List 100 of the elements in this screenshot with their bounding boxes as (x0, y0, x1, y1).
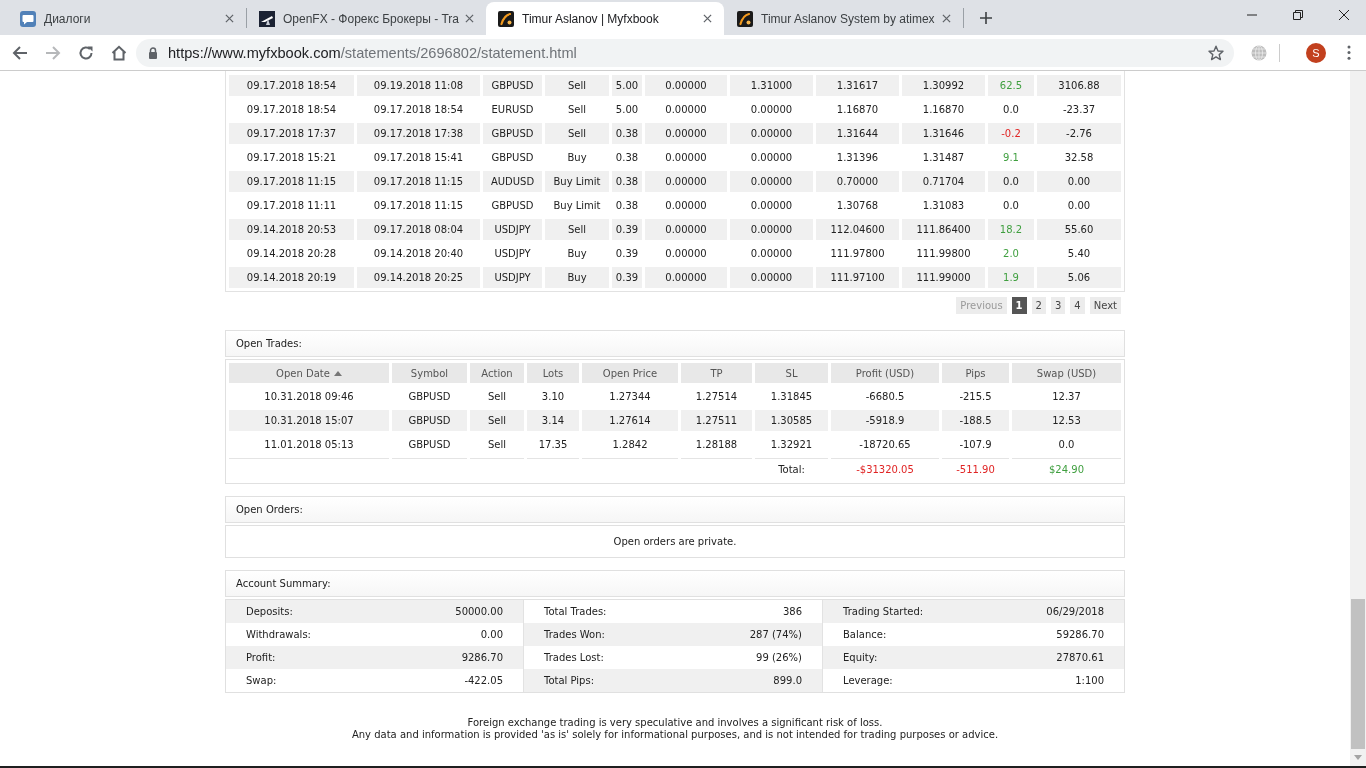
bookmark-star-icon[interactable] (1208, 44, 1224, 61)
summary-value: 99 (26%) (756, 652, 802, 663)
column-header[interactable]: Swap (USD) (1012, 363, 1121, 383)
table-cell: 09.14.2018 20:53 (229, 219, 354, 240)
table-cell: -2.76 (1037, 123, 1121, 144)
table-cell-text: 09.17.2018 11:15 (372, 199, 465, 213)
table-cell-text: -107.9 (958, 438, 993, 452)
total-value: $24.90 (1012, 458, 1121, 480)
table-cell: 1.30992 (902, 75, 985, 96)
column-header[interactable]: Action (470, 363, 524, 383)
table-cell: 09.17.2018 18:54 (229, 75, 354, 96)
column-header[interactable]: Open Date (229, 363, 389, 383)
total-value: -511.90 (942, 458, 1009, 480)
menu-icon[interactable] (1347, 45, 1351, 60)
site-logo-icon (259, 10, 275, 27)
column-header[interactable]: Open Price (582, 363, 678, 383)
summary-label: Profit: (246, 652, 276, 663)
table-cell: 1.31617 (816, 75, 899, 96)
column-header[interactable]: SL (755, 363, 828, 383)
summary-value: 0.00 (480, 629, 503, 640)
page-button[interactable]: 3 (1050, 297, 1066, 314)
page-button[interactable]: 4 (1070, 297, 1085, 314)
scrollbar-thumb[interactable] (1351, 599, 1365, 749)
table-cell: Sell (545, 75, 609, 96)
table-cell: 111.97100 (816, 267, 899, 288)
summary-label: Swap: (246, 675, 277, 686)
table-cell: 5.00 (612, 75, 642, 96)
total-value: -$31320.05 (831, 458, 939, 480)
table-cell: 1.31644 (816, 123, 899, 144)
summary-label: Trades Lost: (544, 652, 604, 663)
table-cell: 0.00000 (730, 171, 813, 192)
table-cell: 1.30585 (755, 410, 828, 431)
table-cell: 10.31.2018 15:07 (229, 410, 389, 431)
next-button[interactable]: Next (1089, 297, 1121, 314)
table-cell-text: 0.00000 (664, 103, 708, 117)
summary-value: 27870.61 (1056, 652, 1104, 663)
reload-icon[interactable] (78, 44, 94, 61)
table-cell-text: 0.00000 (749, 199, 794, 213)
browser-tab[interactable]: Timur Aslanov | Myfxbook (486, 2, 724, 35)
table-cell: 0.39 (612, 219, 642, 240)
table-cell-text: 0.00000 (664, 199, 708, 213)
table-cell: 0.00000 (645, 171, 727, 192)
table-cell: 111.86400 (902, 219, 985, 240)
url-text[interactable]: https://www.myfxbook.com/statements/2696802/statement.html (168, 44, 1208, 61)
column-header[interactable]: TP (681, 363, 752, 383)
table-cell-text: Buy Limit (552, 199, 602, 213)
address-bar[interactable]: https://www.myfxbook.com/statements/2696802/statement.html (136, 38, 1234, 67)
table-cell-text: GBPUSD (407, 390, 452, 404)
disclaimer-text: Any data and information is provided 'as is' solely for informational purposes, and is not intended for trading purposes or advice. (351, 729, 999, 740)
table-cell-text: 111.97800 (829, 247, 886, 261)
table-cell-text: Buy (566, 247, 588, 261)
table-cell: 0.70000 (816, 171, 899, 192)
table-cell-text: 0.00000 (664, 151, 708, 165)
table-cell-text: 1.28188 (694, 438, 739, 452)
summary-label: Total Pips: (544, 675, 595, 686)
scrollbar-track[interactable] (1350, 71, 1366, 766)
table-cell: GBPUSD (483, 75, 542, 96)
summary-label: Trades Won: (544, 629, 605, 640)
table-cell: 1.9 (988, 267, 1034, 288)
table-cell: 09.19.2018 11:08 (357, 75, 480, 96)
column-header[interactable]: Profit (USD) (831, 363, 939, 383)
section-header: Account Summary: (225, 570, 1125, 597)
close-icon[interactable] (703, 14, 712, 23)
table-cell-text: 0.00 (1066, 199, 1092, 213)
summary-label: Total Trades: (544, 606, 607, 617)
table-cell-text: 32.58 (1063, 151, 1095, 165)
table-cell-text: 0.38 (614, 151, 640, 165)
column-header[interactable]: Pips (942, 363, 1009, 383)
table-cell: 0.00000 (645, 75, 727, 96)
table-cell-text: 09.17.2018 11:11 (245, 199, 338, 213)
close-icon[interactable] (1339, 10, 1349, 20)
table-cell: Sell (545, 123, 609, 144)
private-notice: Open orders are private. (613, 536, 737, 547)
table-cell-text: Sell (566, 103, 588, 117)
table-cell: 0.00000 (730, 123, 813, 144)
table-cell-text: 1.16870 (921, 103, 966, 117)
table-cell: 0.00 (1037, 171, 1121, 192)
table-cell: 55.60 (1037, 219, 1121, 240)
back-arrow-icon[interactable] (12, 44, 28, 61)
browser-tab[interactable]: Диалоги (8, 2, 246, 35)
table-cell: 0.00000 (645, 267, 727, 288)
new-tab-plus-icon[interactable] (980, 12, 992, 24)
page-button[interactable]: 1 (1011, 297, 1027, 314)
browser-tab[interactable]: Timur Aslanov System by atimex (725, 2, 963, 35)
summary-value: 06/29/2018 (1046, 606, 1104, 617)
disclaimer-text: Foreign exchange trading is very speculative and involves a significant risk of loss. (467, 717, 883, 728)
profile-avatar[interactable]: S (1306, 42, 1326, 63)
column-header[interactable]: Symbol (392, 363, 467, 383)
page-button[interactable]: 2 (1031, 297, 1046, 314)
table-cell: 112.04600 (816, 219, 899, 240)
table-cell-text: Sell (486, 390, 508, 404)
table-cell: 0.00000 (730, 219, 813, 240)
column-header[interactable]: Lots (527, 363, 579, 383)
browser-tab[interactable]: OpenFX - Форекс Брокеры - Tra (247, 2, 485, 35)
table-cell-text: -23.37 (1061, 103, 1097, 117)
table-cell-text: EURUSD (490, 103, 535, 117)
table-cell: 09.14.2018 20:19 (229, 267, 354, 288)
home-icon[interactable] (111, 44, 127, 61)
restore-icon[interactable] (1293, 10, 1303, 20)
summary-value: 899.0 (773, 675, 802, 686)
